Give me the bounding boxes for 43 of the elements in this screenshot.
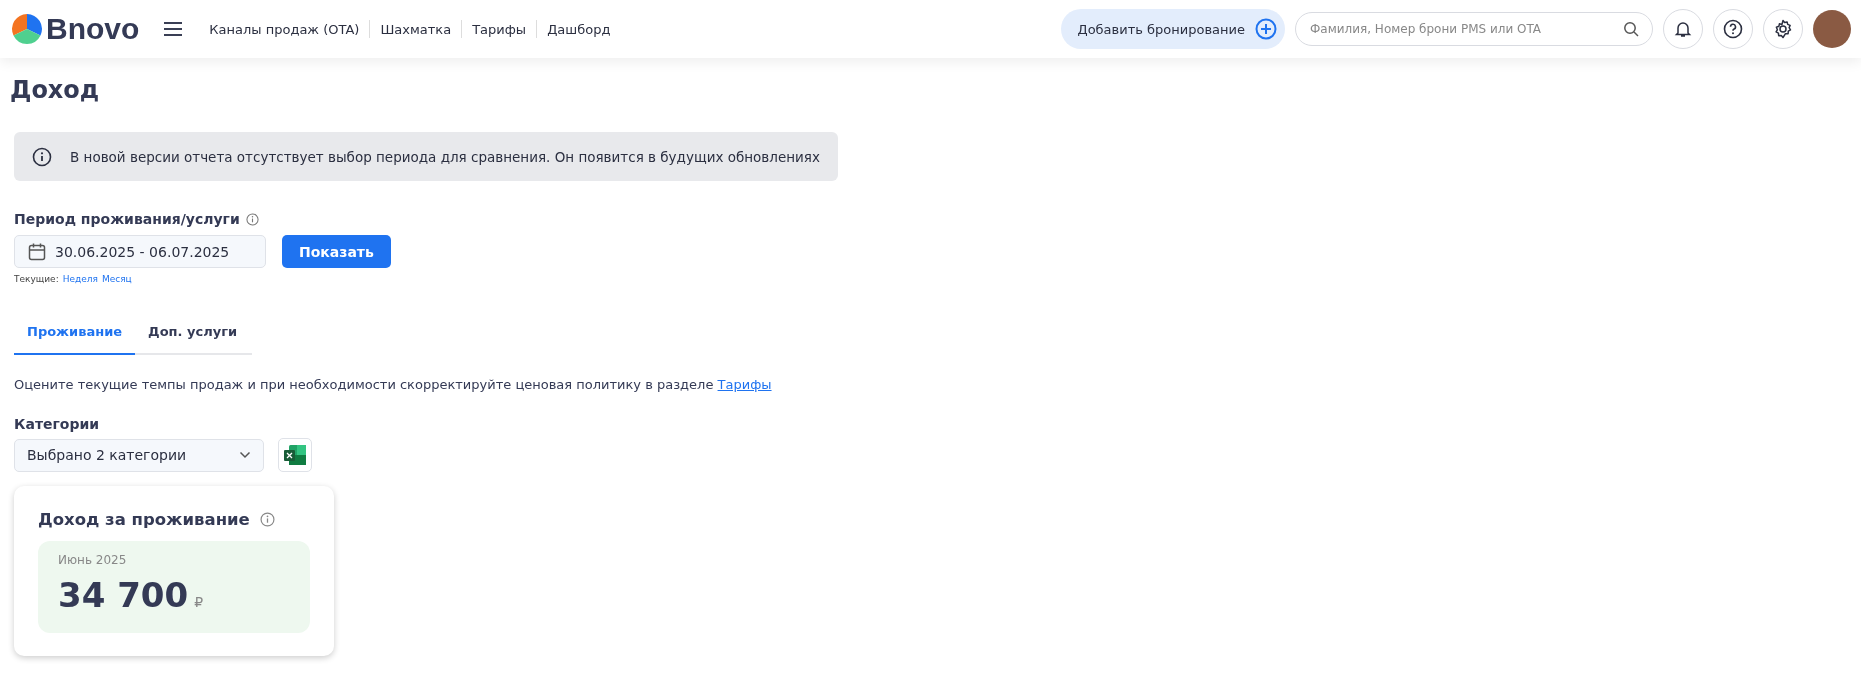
bell-icon [1674,20,1692,38]
settings-icon [1773,19,1793,39]
chevron-down-icon [239,451,251,459]
plus-circle-icon [1255,18,1277,40]
settings-button[interactable] [1763,9,1803,49]
tab[interactable]: Доп. услуги [135,312,251,355]
categories-dropdown[interactable]: Выбрано 2 категории [14,438,264,472]
nav-link[interactable]: Тарифы [472,21,527,37]
export-excel-button[interactable] [278,438,312,472]
user-avatar[interactable] [1813,10,1851,48]
info-icon [245,212,259,226]
page-title: Доход [10,76,101,104]
notifications-button[interactable] [1663,9,1703,49]
search-icon [1623,21,1639,37]
period-link[interactable]: Месяц [101,274,132,284]
period-label: Период проживания/услуги [14,211,240,227]
nav-link[interactable]: Шахматка [380,21,452,37]
nav-link[interactable]: Каналы продаж (OTA) [209,21,360,37]
tariffs-link[interactable]: Тарифы [717,377,772,392]
currency-sign: ₽ [194,594,204,610]
tab[interactable]: Проживание [14,312,136,355]
calendar-icon [27,241,47,262]
categories-label: Категории [14,416,101,432]
stat-period: Июнь 2025 [58,553,128,567]
show-button[interactable]: Показать [282,235,391,268]
question-circle-icon [1723,19,1743,39]
help-button[interactable] [1713,9,1753,49]
income-amount: 34 700 [58,575,189,615]
period-link[interactable]: Неделя [62,274,98,284]
logo-text[interactable]: Bnovo [46,12,140,46]
card-title: Доход за проживание [38,510,250,529]
add-booking-button[interactable]: Добавить бронирование [1061,9,1285,49]
info-icon [259,512,275,527]
current-label: Текущие: [14,274,59,284]
date-range-field[interactable]: 30.06.2025 - 06.07.2025 [14,235,266,268]
logo-icon [10,12,44,46]
nav-link[interactable]: Дашборд [547,21,611,37]
menu-icon[interactable] [163,21,184,37]
search-field[interactable]: Фамилия, Номер брони PMS или OTA [1295,12,1653,46]
info-message: В новой версии отчета отсутствует выбор периода для сравнения. Он появится в будущих обновлениях [70,148,820,165]
hint-text: Оцените текущие темпы продаж и при необходимости скорректируйте ценовая политику в разделе Тарифы [14,377,773,392]
info-icon [32,146,52,167]
spreadsheet-icon [284,445,306,465]
